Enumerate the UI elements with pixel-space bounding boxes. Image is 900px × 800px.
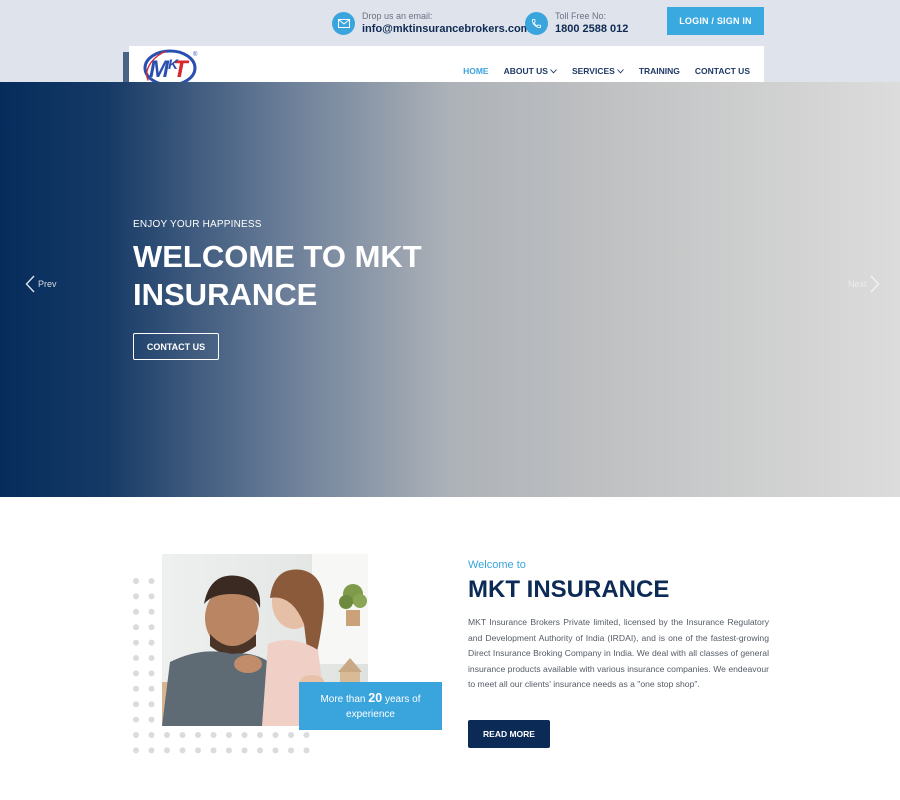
email-address[interactable]: info@mktinsurancebrokers.com [362,22,530,36]
pattern-dot [133,608,139,615]
pattern-dot [133,747,139,754]
pattern-dot [133,670,139,677]
nav-item-training[interactable]: TRAINING [639,66,680,76]
pattern-dot [210,747,217,754]
pattern-dot [148,685,155,692]
nav-label: ABOUT US [503,66,548,76]
phone-label: Toll Free No: [555,11,607,21]
experience-number: 20 [368,690,383,705]
pattern-dot [148,670,155,677]
experience-badge: More than 20 years of experience [299,682,442,730]
pattern-dot [148,732,155,738]
pattern-dot [133,701,139,708]
hero-contact-button[interactable]: CONTACT US [133,333,219,360]
nav-item-contact-us[interactable]: CONTACT US [695,66,750,76]
slider-next-button[interactable]: Next [848,275,880,293]
pattern-dot [303,747,310,754]
pattern-dot [226,732,232,738]
svg-text:K: K [168,56,179,72]
pattern-dot [210,732,217,738]
pattern-dot [148,747,155,754]
pattern-dot [272,732,279,738]
pattern-dot [133,655,139,661]
chevron-left-icon [25,275,35,293]
about-description: MKT Insurance Brokers Private limited, l… [468,617,769,689]
nav-item-services[interactable]: SERVICES [572,66,624,76]
pattern-dot [148,593,155,600]
nav-item-home[interactable]: HOME [463,66,489,76]
phone-icon [525,11,548,35]
svg-text:®: ® [193,51,198,58]
envelope-icon [332,11,355,35]
experience-prefix: More than [320,693,366,705]
pattern-dot [226,747,232,754]
chevron-down-icon [550,68,557,74]
pattern-dot [133,624,139,631]
hero-kicker: ENJOY YOUR HAPPINESS [133,219,262,230]
pattern-dot [148,578,155,584]
svg-text:M: M [149,56,170,83]
pattern-dot [241,732,248,738]
pattern-dot [179,747,186,754]
next-label: Next [848,279,867,289]
pattern-dot [148,716,155,723]
read-more-button[interactable]: READ MORE [468,720,550,748]
pattern-dot [133,732,139,738]
pattern-dot [257,732,263,738]
nav-label: TRAINING [638,66,680,76]
pattern-dot [241,747,248,754]
chevron-right-icon [870,275,879,293]
pattern-dot [133,593,139,600]
pattern-dot [133,716,139,723]
slider-prev-button[interactable]: Prev [25,275,57,293]
pattern-dot [148,701,155,708]
welcome-subtitle: Welcome to [468,559,526,571]
pattern-dot [288,732,294,738]
nav-label: SERVICES [571,66,615,76]
pattern-dot [195,732,201,738]
pattern-dot [133,685,139,692]
pattern-dot [148,608,155,615]
email-label: Drop us an email: [362,11,433,21]
pattern-dot [164,732,170,738]
phone-contact[interactable]: Toll Free No: 1800 2588 012 [525,10,628,36]
hero-title: WELCOME TO MKT INSURANCE [133,239,422,312]
pattern-dot [195,747,201,754]
nav-item-about-us[interactable]: ABOUT US [504,66,557,76]
pattern-dot [257,747,263,754]
nav-label: CONTACT US [694,66,750,76]
chevron-down-icon [616,68,624,74]
pattern-dot [148,639,155,646]
email-contact[interactable]: Drop us an email: info@mktinsurancebroke… [332,10,530,36]
pattern-dot [148,624,155,631]
pattern-dot [148,655,155,661]
hero-slider: Prev Next ENJOY YOUR HAPPINESS WELCOME T… [0,82,900,497]
nav-label: HOME [463,66,489,76]
pattern-dot [272,747,279,754]
prev-label: Prev [38,279,57,289]
pattern-dot [179,732,186,738]
pattern-dot [303,732,310,738]
pattern-dot [133,578,139,584]
login-button[interactable]: LOGIN / SIGN IN [667,7,764,35]
pattern-dot [133,639,139,646]
phone-number[interactable]: 1800 2588 012 [555,22,628,36]
pattern-dot [164,747,170,754]
about-title: MKT INSURANCE [468,576,670,603]
pattern-dot [288,747,294,754]
